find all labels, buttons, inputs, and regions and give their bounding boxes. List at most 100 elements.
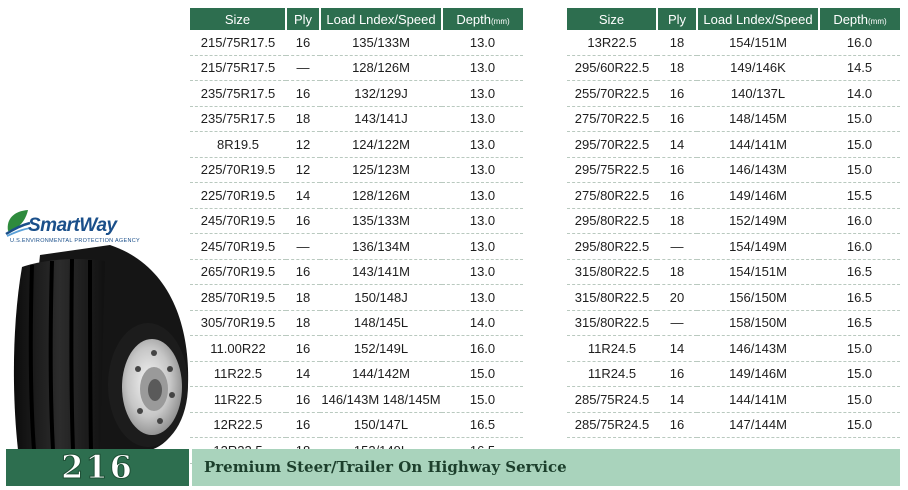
cell-size: 235/75R17.5 [190, 80, 286, 107]
cell-load: 128/126M [320, 182, 442, 209]
cell-size: 13R22.5 [567, 30, 657, 56]
cell-size: 295/80R22.5 [567, 208, 657, 234]
cell-ply: — [657, 310, 697, 336]
cell-size: 12R22.5 [190, 412, 286, 438]
cell-size: 295/70R22.5 [567, 131, 657, 158]
table-row: 295/75R22.5 16 146/143M 15.0 [567, 157, 900, 183]
table-row: 11R22.5 14 144/142M 15.0 [190, 361, 523, 387]
table-row: 13R22.5 18 154/151M 16.0 [567, 30, 900, 56]
cell-ply: 14 [657, 131, 697, 158]
cell-depth: 16.0 [442, 335, 523, 362]
cell-depth: 16.0 [819, 233, 900, 260]
cell-depth: 16.5 [819, 310, 900, 336]
cell-depth: 16.5 [819, 259, 900, 285]
cell-load: 150/148J [320, 284, 442, 311]
table-row: 275/70R22.5 16 148/145M 15.0 [567, 106, 900, 132]
table-row: 285/70R19.5 18 150/148J 13.0 [190, 284, 523, 311]
cell-depth: 15.0 [442, 386, 523, 413]
cell-load: 144/141M [697, 131, 819, 158]
smartway-logo: SmartWay U.S.ENVIRONMENTAL PROTECTION AG… [4, 205, 194, 245]
cell-size: 295/60R22.5 [567, 55, 657, 81]
cell-depth: 13.0 [442, 55, 523, 81]
cell-load: 135/133M [320, 208, 442, 234]
table-row: 285/75R24.5 16 147/144M 15.0 [567, 412, 900, 438]
cell-size: 245/70R19.5 [190, 208, 286, 234]
cell-ply: 16 [286, 259, 320, 285]
depth-unit: (mm) [868, 16, 887, 26]
cell-ply: 16 [286, 386, 320, 413]
cell-ply: 12 [286, 131, 320, 158]
cell-size: 11R22.5 [190, 361, 286, 387]
table-row: 305/70R19.5 18 148/145L 14.0 [190, 310, 523, 336]
cell-depth: 13.0 [442, 259, 523, 285]
cell-ply: 18 [657, 55, 697, 81]
table-row: 11R22.5 16 146/143M 148/145M 15.0 [190, 386, 523, 413]
cell-ply: 16 [657, 80, 697, 107]
col-header-load: Load Lndex/Speed [320, 8, 443, 30]
table-row: 255/70R22.5 16 140/137L 14.0 [567, 80, 900, 107]
cell-depth: 15.0 [819, 335, 900, 362]
cell-size: 285/75R24.5 [567, 412, 657, 438]
cell-ply: 14 [657, 335, 697, 362]
cell-ply: — [657, 233, 697, 260]
cell-load: 150/147L [320, 412, 442, 438]
cell-ply: — [286, 233, 320, 260]
cell-ply: 18 [657, 208, 697, 234]
cell-depth: 13.0 [442, 106, 523, 132]
table-row: 315/80R22.5 18 154/151M 16.5 [567, 259, 900, 285]
col-header-ply: Ply [286, 8, 321, 30]
cell-size: 275/70R22.5 [567, 106, 657, 132]
cell-size: 305/70R19.5 [190, 310, 286, 336]
table-row: 235/75R17.5 16 132/129J 13.0 [190, 80, 523, 107]
cell-load: 156/150M [697, 284, 819, 311]
cell-ply: 20 [657, 284, 697, 311]
cell-depth: 15.0 [819, 361, 900, 387]
col-header-size: Size [190, 8, 287, 30]
cell-ply: 16 [657, 157, 697, 183]
cell-load: 143/141M [320, 259, 442, 285]
cell-depth: 15.0 [819, 157, 900, 183]
cell-load: 132/129J [320, 80, 442, 107]
tire-spec-table-left: Size Ply Load Lndex/Speed Depth(mm) 215/… [190, 8, 523, 464]
table-row: 315/80R22.5 20 156/150M 16.5 [567, 284, 900, 311]
cell-load: 154/151M [697, 259, 819, 285]
cell-size: 235/75R17.5 [190, 106, 286, 132]
cell-ply: 18 [286, 106, 320, 132]
table-row: 245/70R19.5—136/134M 13.0 [190, 233, 523, 260]
cell-size: 225/70R19.5 [190, 157, 286, 183]
cell-size: 295/80R22.5 [567, 233, 657, 260]
cell-size: 215/75R17.5 [190, 55, 286, 81]
cell-load: 147/144M [697, 412, 819, 438]
cell-depth: 14.0 [819, 80, 900, 107]
col-header-ply: Ply [657, 8, 698, 30]
cell-size: 11R24.5 [567, 361, 657, 387]
cell-ply: 16 [657, 412, 697, 438]
cell-load: 124/122M [320, 131, 442, 158]
cell-load: 149/146M [697, 182, 819, 209]
cell-size: 11R24.5 [567, 335, 657, 362]
table-row: 265/70R19.5 16 143/141M 13.0 [190, 259, 523, 285]
cell-ply: 18 [286, 284, 320, 311]
cell-load: 158/150M [697, 310, 819, 336]
cell-depth: 15.0 [442, 361, 523, 387]
cell-size: 11R22.5 [190, 386, 286, 413]
cell-size: 265/70R19.5 [190, 259, 286, 285]
cell-size: 215/75R17.5 [190, 30, 286, 56]
cell-ply: 16 [286, 208, 320, 234]
cell-size: 11.00R22 [190, 335, 286, 362]
col-header-size: Size [567, 8, 658, 30]
cell-depth: 14.0 [442, 310, 523, 336]
smartway-subtitle: U.S.ENVIRONMENTAL PROTECTION AGENCY [10, 238, 140, 244]
cell-depth: 16.0 [819, 208, 900, 234]
table-row: 8R19.5 12 124/122M 13.0 [190, 131, 523, 158]
cell-load: 154/151M [697, 30, 819, 56]
table-row: 295/60R22.5 18 149/146K 14.5 [567, 55, 900, 81]
cell-size: 275/80R22.5 [567, 182, 657, 209]
cell-load: 152/149L [320, 335, 442, 362]
table-header-row: Size Ply Load Lndex/Speed Depth(mm) [567, 8, 900, 30]
cell-ply: 16 [286, 412, 320, 438]
cell-load: 128/126M [320, 55, 442, 81]
depth-unit: (mm) [491, 16, 510, 26]
depth-label: Depth [456, 11, 492, 27]
cell-depth: 13.0 [442, 233, 523, 260]
